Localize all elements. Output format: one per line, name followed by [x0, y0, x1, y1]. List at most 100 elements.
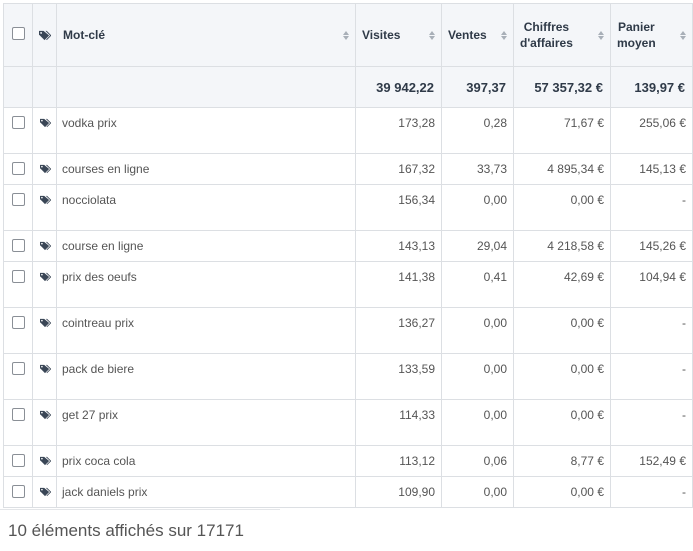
header-sales-label: Ventes — [448, 28, 487, 42]
basket-cell: 152,49 € — [610, 445, 693, 477]
row-select[interactable] — [3, 445, 33, 477]
table-row[interactable]: cointreau prix 136,27 0,00 0,00 € - — [3, 307, 693, 354]
revenue-cell: 0,00 € — [513, 353, 611, 400]
table-row[interactable]: prix des oeufs 141,38 0,41 42,69 €104,94 € — [3, 261, 693, 308]
total-visits: 39 942,22 — [355, 66, 442, 108]
row-select[interactable] — [3, 230, 33, 262]
row-checkbox[interactable] — [11, 408, 25, 421]
row-select[interactable] — [3, 476, 33, 508]
row-tag[interactable] — [32, 307, 57, 354]
row-select[interactable] — [3, 307, 33, 354]
tag-icon[interactable] — [39, 363, 51, 377]
tag-icon[interactable] — [39, 240, 51, 254]
header-revenue[interactable]: Chiffres d'affaires — [513, 3, 611, 67]
total-sales: 397,37 — [441, 66, 514, 108]
row-checkbox[interactable] — [11, 239, 25, 252]
row-select[interactable] — [3, 153, 33, 185]
row-checkbox[interactable] — [11, 162, 25, 175]
header-visits-label: Visites — [362, 28, 401, 42]
header-keyword[interactable]: Mot-clé — [56, 3, 356, 67]
revenue-cell: 0,00 € — [513, 307, 611, 354]
sort-icon[interactable] — [429, 30, 435, 40]
visits-cell: 167,32 — [355, 153, 442, 185]
tag-icon[interactable] — [39, 455, 51, 469]
visits-cell: 113,12 — [355, 445, 442, 477]
totals-blank — [3, 66, 33, 108]
table-row[interactable]: course en ligne 143,13 29,04 4 218,58 €145,… — [3, 230, 693, 262]
row-tag[interactable] — [32, 445, 57, 477]
row-select[interactable] — [3, 261, 33, 308]
row-tag[interactable] — [32, 153, 57, 185]
row-tag[interactable] — [32, 107, 57, 154]
row-tag[interactable] — [32, 261, 57, 308]
sales-cell: 0,41 — [441, 261, 514, 308]
header-visits[interactable]: Visites — [355, 3, 442, 67]
basket-cell: - — [610, 184, 693, 231]
row-checkbox[interactable] — [11, 116, 25, 129]
header-keyword-label: Mot-clé — [63, 28, 105, 42]
sort-icon[interactable] — [680, 30, 686, 40]
header-select-all[interactable] — [3, 3, 33, 67]
row-tag[interactable] — [32, 476, 57, 508]
select-all-checkbox[interactable] — [11, 27, 25, 40]
pagination-summary: 10 éléments affichés sur 17171 — [8, 521, 244, 540]
keyword-cell: get 27 prix — [56, 399, 356, 446]
header-basket-label: Panier moyen — [617, 20, 656, 50]
row-tag[interactable] — [32, 399, 57, 446]
sales-cell: 0,00 — [441, 353, 514, 400]
sales-cell: 0,00 — [441, 399, 514, 446]
basket-cell: - — [610, 476, 693, 508]
tag-icon[interactable] — [39, 486, 51, 500]
basket-cell: - — [610, 399, 693, 446]
tag-icon[interactable] — [39, 317, 51, 331]
header-basket[interactable]: Panier moyen — [610, 3, 693, 67]
tag-icon[interactable] — [39, 194, 51, 208]
sales-cell: 0,00 — [441, 307, 514, 354]
table-row[interactable]: courses en ligne 167,32 33,73 4 895,34 €145… — [3, 153, 693, 185]
row-checkbox[interactable] — [11, 193, 25, 206]
row-checkbox[interactable] — [11, 485, 25, 498]
row-checkbox[interactable] — [11, 316, 25, 329]
tag-icon[interactable] — [39, 409, 51, 423]
keyword-cell: vodka prix — [56, 107, 356, 154]
keyword-cell: nocciolata — [56, 184, 356, 231]
sort-icon[interactable] — [501, 30, 507, 40]
totals-row: 39 942,22 397,37 57 357,32 € 139,97 € — [3, 66, 693, 108]
visits-cell: 136,27 — [355, 307, 442, 354]
table-row[interactable]: pack de biere 133,59 0,00 0,00 € - — [3, 353, 693, 400]
sort-icon[interactable] — [598, 30, 604, 40]
row-select[interactable] — [3, 353, 33, 400]
visits-cell: 114,33 — [355, 399, 442, 446]
tag-icon[interactable] — [39, 117, 51, 131]
row-tag[interactable] — [32, 353, 57, 400]
row-select[interactable] — [3, 399, 33, 446]
table-row[interactable]: get 27 prix 114,33 0,00 0,00 € - — [3, 399, 693, 446]
tag-icon[interactable] — [39, 271, 51, 285]
total-basket: 139,97 € — [610, 66, 693, 108]
totals-blank — [56, 66, 356, 108]
row-tag[interactable] — [32, 184, 57, 231]
keyword-cell: cointreau prix — [56, 307, 356, 354]
basket-cell: 255,06 € — [610, 107, 693, 154]
basket-cell: 104,94 € — [610, 261, 693, 308]
row-checkbox[interactable] — [11, 454, 25, 467]
header-sales[interactable]: Ventes — [441, 3, 514, 67]
sort-icon[interactable] — [343, 30, 349, 40]
table-row[interactable]: nocciolata 156,34 0,00 0,00 € - — [3, 184, 693, 231]
row-checkbox[interactable] — [11, 270, 25, 283]
row-select[interactable] — [3, 184, 33, 231]
row-tag[interactable] — [32, 230, 57, 262]
tag-icon[interactable] — [39, 163, 51, 177]
row-select[interactable] — [3, 107, 33, 154]
table-row[interactable]: jack daniels prix 109,90 0,00 0,00 € - — [3, 476, 693, 508]
basket-cell: - — [610, 307, 693, 354]
revenue-cell: 4 218,58 € — [513, 230, 611, 262]
table-row[interactable]: prix coca cola 113,12 0,06 8,77 €152,49 € — [3, 445, 693, 477]
row-checkbox[interactable] — [11, 362, 25, 375]
revenue-cell: 71,67 € — [513, 107, 611, 154]
table-row[interactable]: vodka prix 173,28 0,28 71,67 €255,06 € — [3, 107, 693, 154]
revenue-cell: 0,00 € — [513, 476, 611, 508]
basket-cell: 145,26 € — [610, 230, 693, 262]
revenue-cell: 8,77 € — [513, 445, 611, 477]
basket-cell: 145,13 € — [610, 153, 693, 185]
